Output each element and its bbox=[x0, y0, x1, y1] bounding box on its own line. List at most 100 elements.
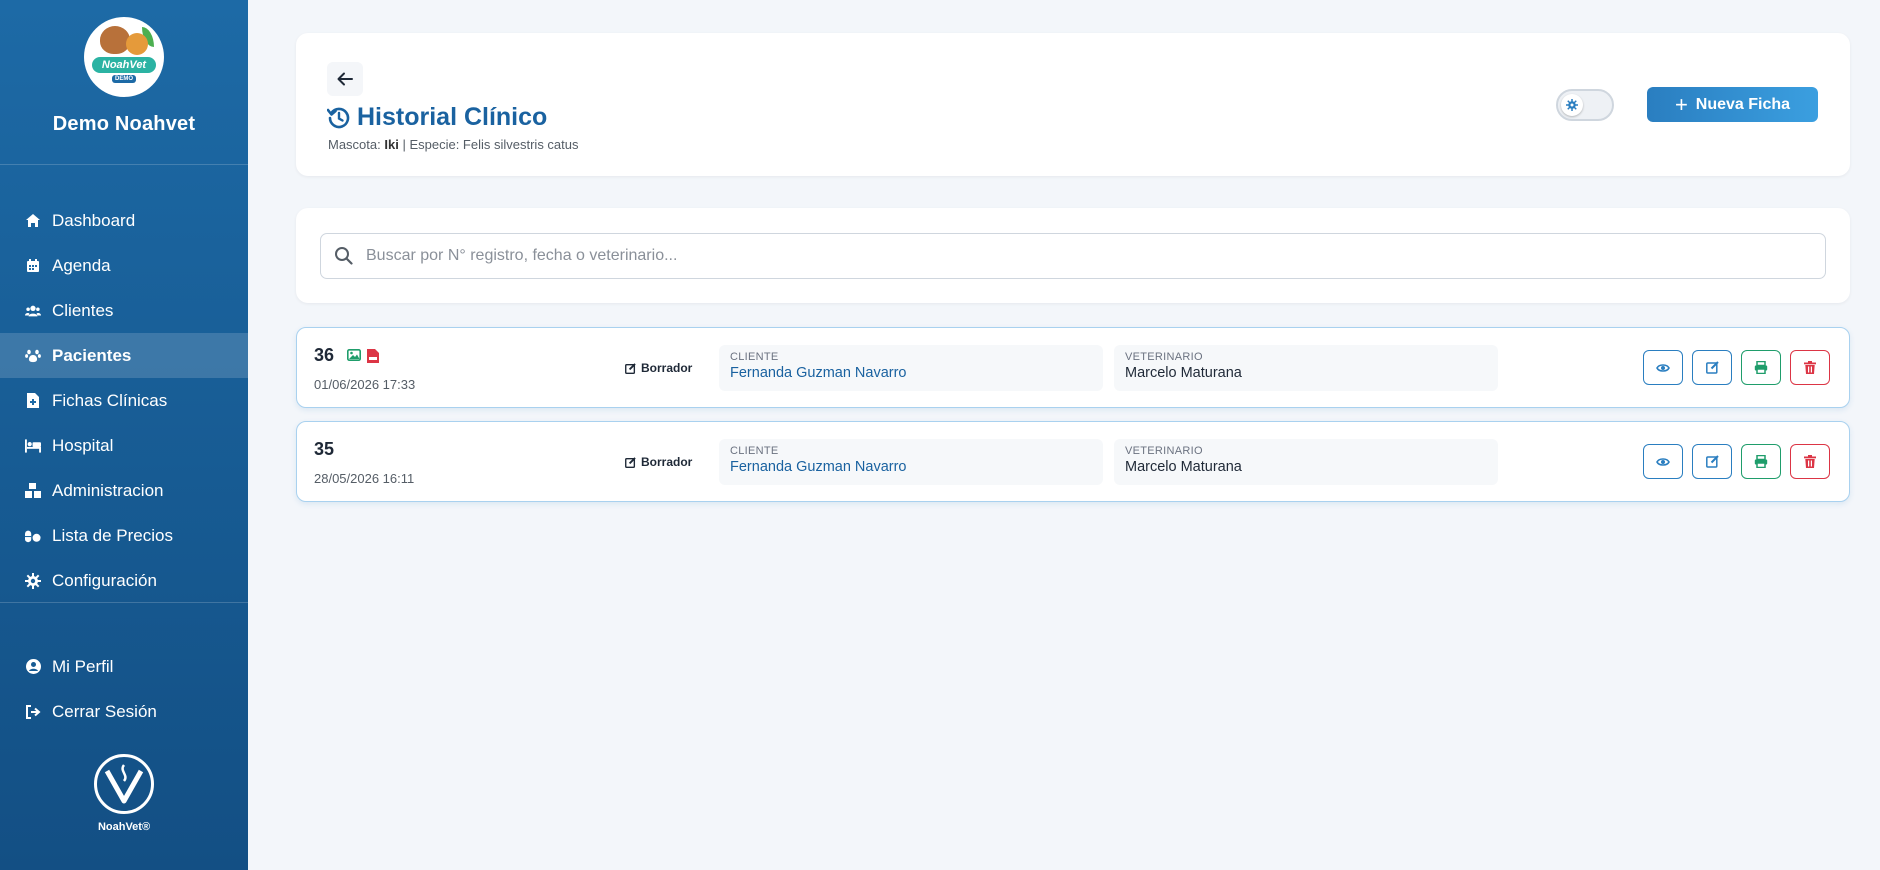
new-record-button[interactable]: + Nueva Ficha bbox=[1647, 87, 1818, 122]
sidebar-item-mi-perfil[interactable]: Mi Perfil bbox=[0, 644, 248, 689]
vet-info: VETERINARIO Marcelo Maturana bbox=[1114, 345, 1498, 391]
status-text: Borrador bbox=[641, 455, 693, 469]
record-date: 28/05/2026 16:11 bbox=[314, 471, 415, 486]
record-actions bbox=[1643, 444, 1830, 479]
client-label: CLIENTE bbox=[730, 351, 779, 363]
client-info: CLIENTE Fernanda Guzman Navarro bbox=[719, 439, 1103, 485]
sidebar-item-label: Hospital bbox=[52, 435, 114, 455]
record-date: 01/06/2026 17:33 bbox=[314, 377, 416, 392]
edit-button[interactable] bbox=[1692, 350, 1732, 385]
footer-logo: NoahVet® bbox=[0, 754, 248, 833]
record-card[interactable]: 36 01/06/2026 17:33 Borrador CLIENTE Fer… bbox=[296, 327, 1850, 408]
gear-icon bbox=[25, 572, 41, 589]
noahvet-logo-icon bbox=[94, 754, 154, 814]
sidebar-item-dashboard[interactable]: Dashboard bbox=[0, 198, 248, 243]
status-badge: Borrador bbox=[625, 455, 692, 469]
sidebar-item-agenda[interactable]: Agenda bbox=[0, 243, 248, 288]
new-record-label: Nueva Ficha bbox=[1695, 95, 1791, 113]
brand-logo[interactable]: NoahVet DEMO bbox=[84, 17, 164, 97]
boxes-icon bbox=[25, 483, 41, 499]
sidebar-item-label: Configuración bbox=[52, 570, 157, 590]
home-icon bbox=[25, 213, 41, 229]
sidebar-item-lista-precios[interactable]: Lista de Precios bbox=[0, 513, 248, 558]
user-circle-icon bbox=[25, 659, 41, 675]
record-attachments bbox=[347, 349, 379, 363]
hospital-bed-icon bbox=[25, 438, 41, 454]
client-link[interactable]: Fernanda Guzman Navarro bbox=[730, 365, 1092, 381]
record-card[interactable]: 35 28/05/2026 16:11 Borrador CLIENTE Fer… bbox=[296, 421, 1850, 502]
delete-button[interactable] bbox=[1790, 350, 1830, 385]
brand-name: Demo Noahvet bbox=[52, 113, 196, 135]
sidebar-item-fichas-clinicas[interactable]: Fichas Clínicas bbox=[0, 378, 248, 423]
sidebar-item-label: Pacientes bbox=[52, 345, 132, 365]
settings-toggle[interactable] bbox=[1556, 89, 1614, 121]
search-box bbox=[320, 233, 1826, 279]
view-button[interactable] bbox=[1643, 350, 1683, 385]
sidebar-item-label: Dashboard bbox=[52, 210, 136, 230]
logo-sub: DEMO bbox=[112, 75, 136, 83]
printer-icon bbox=[1754, 455, 1768, 468]
edit-button[interactable] bbox=[1692, 444, 1732, 479]
print-button[interactable] bbox=[1741, 350, 1781, 385]
sidebar-item-label: Agenda bbox=[52, 255, 111, 275]
view-button[interactable] bbox=[1643, 444, 1683, 479]
arrow-left-icon bbox=[337, 72, 353, 86]
edit-icon bbox=[625, 362, 636, 374]
sidebar-item-administracion[interactable]: Administracion bbox=[0, 468, 248, 513]
toggle-knob bbox=[1561, 94, 1583, 116]
sidebar-nav: Dashboard Agenda Clientes Pacientes Fich… bbox=[0, 198, 248, 603]
eye-icon bbox=[1656, 457, 1670, 466]
paw-icon bbox=[25, 348, 41, 364]
footer-brand-text: NoahVet® bbox=[97, 821, 151, 833]
delete-button[interactable] bbox=[1790, 444, 1830, 479]
vet-info: VETERINARIO Marcelo Maturana bbox=[1114, 439, 1498, 485]
file-medical-icon bbox=[25, 393, 41, 409]
vet-name: Marcelo Maturana bbox=[1125, 365, 1242, 381]
vet-name: Marcelo Maturana bbox=[1125, 459, 1242, 475]
history-icon bbox=[327, 107, 350, 128]
vet-label: VETERINARIO bbox=[1125, 351, 1203, 363]
search-icon bbox=[335, 247, 353, 265]
record-number: 35 bbox=[314, 439, 335, 459]
client-link[interactable]: Fernanda Guzman Navarro bbox=[730, 459, 1092, 475]
calendar-icon bbox=[25, 258, 41, 274]
eye-icon bbox=[1656, 363, 1670, 372]
edit-icon bbox=[1705, 455, 1719, 468]
sidebar-item-label: Lista de Precios bbox=[52, 525, 173, 545]
sidebar-divider bbox=[0, 602, 248, 603]
sidebar-item-cerrar-sesion[interactable]: Cerrar Sesión bbox=[0, 689, 248, 734]
status-text: Borrador bbox=[641, 361, 693, 375]
sidebar-item-hospital[interactable]: Hospital bbox=[0, 423, 248, 468]
trash-icon bbox=[1804, 455, 1816, 468]
status-badge: Borrador bbox=[625, 361, 692, 375]
search-card bbox=[296, 208, 1850, 303]
gear-icon bbox=[1566, 99, 1578, 111]
printer-icon bbox=[1754, 361, 1768, 374]
trash-icon bbox=[1804, 361, 1816, 374]
pdf-attachment-icon[interactable] bbox=[367, 349, 379, 363]
sidebar-item-configuracion[interactable]: Configuración bbox=[0, 558, 248, 603]
cat-icon bbox=[126, 33, 148, 55]
title-row: Historial Clínico bbox=[327, 103, 547, 132]
sidebar-brand: NoahVet DEMO Demo Noahvet bbox=[0, 0, 248, 165]
sidebar-item-label: Administracion bbox=[52, 480, 164, 500]
vet-label: VETERINARIO bbox=[1125, 445, 1203, 457]
sidebar-account-nav: Mi Perfil Cerrar Sesión bbox=[0, 644, 248, 734]
pet-label: Mascota: bbox=[328, 137, 381, 152]
sidebar-item-pacientes[interactable]: Pacientes bbox=[0, 333, 248, 378]
species-text: | Especie: Felis silvestris catus bbox=[402, 137, 579, 152]
header-card: Historial Clínico Mascota: Iki | Especie… bbox=[296, 33, 1850, 176]
sidebar: NoahVet DEMO Demo Noahvet Dashboard Agen… bbox=[0, 0, 248, 870]
sidebar-item-label: Fichas Clínicas bbox=[52, 390, 168, 410]
image-attachment-icon[interactable] bbox=[347, 349, 361, 361]
sign-out-icon bbox=[25, 704, 41, 720]
back-button[interactable] bbox=[327, 62, 363, 96]
search-input[interactable] bbox=[366, 234, 1806, 277]
logo-text: NoahVet bbox=[92, 57, 156, 73]
record-number: 36 bbox=[314, 345, 335, 365]
print-button[interactable] bbox=[1741, 444, 1781, 479]
edit-icon bbox=[625, 456, 636, 468]
sidebar-item-label: Clientes bbox=[52, 300, 114, 320]
sidebar-item-clientes[interactable]: Clientes bbox=[0, 288, 248, 333]
edit-icon bbox=[1705, 361, 1719, 374]
